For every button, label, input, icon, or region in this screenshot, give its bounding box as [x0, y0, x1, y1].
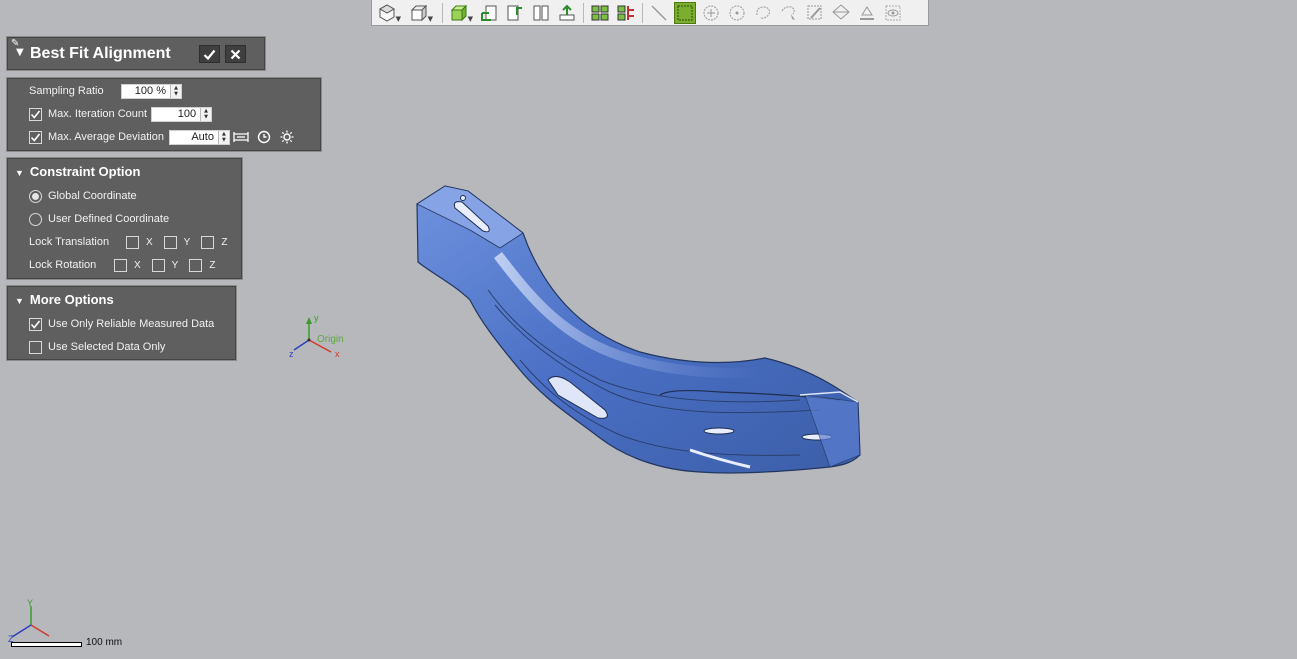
scale-label: 100 mm	[86, 637, 123, 648]
origin-triad: y Origin x z	[289, 313, 344, 359]
view-triad-y-label: Y	[27, 598, 33, 608]
part-small-slot	[703, 427, 735, 435]
origin-x-label: x	[335, 349, 340, 359]
scanned-part-model[interactable]	[416, 185, 861, 474]
view-triad-z-axis	[11, 624, 32, 638]
scale-bar	[11, 642, 82, 647]
viewport-canvas[interactable]: y Origin x z Y Z	[0, 0, 1297, 659]
origin-y-arrow	[306, 317, 312, 324]
origin-z-label: z	[289, 349, 294, 359]
origin-z-axis	[293, 339, 310, 351]
origin-point	[307, 338, 311, 342]
view-triad-x-axis	[30, 624, 50, 637]
origin-label: Origin	[317, 334, 344, 345]
part-hole	[460, 195, 466, 201]
view-triad: Y Z	[8, 598, 50, 644]
origin-y-label: y	[314, 313, 319, 323]
